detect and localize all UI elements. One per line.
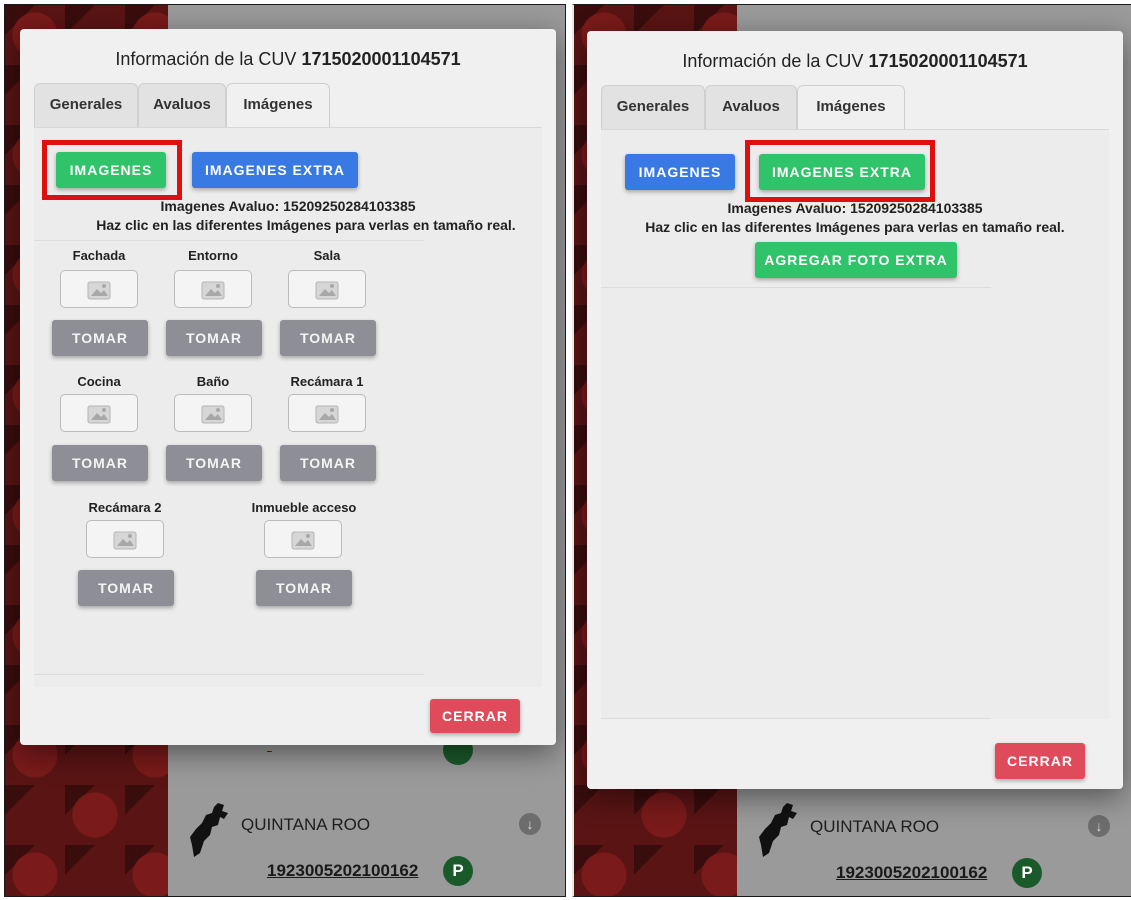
arrow-down-icon[interactable]: ↓ — [519, 813, 541, 835]
quintana-roo-map-icon — [190, 803, 228, 857]
imagenes-button[interactable]: IMAGENES — [56, 152, 166, 188]
avaluo-number: Imagenes Avaluo: 15209250284103385 — [727, 200, 983, 216]
tomar-button-cocina[interactable]: TOMAR — [52, 445, 148, 481]
thumb-recamara-2[interactable] — [86, 520, 164, 558]
tomar-button-bano[interactable]: TOMAR — [166, 445, 262, 481]
tomar-button-sala[interactable]: TOMAR — [280, 320, 376, 356]
tab-generales[interactable]: Generales — [34, 83, 138, 127]
divider — [601, 287, 991, 288]
dialog-title-text: Información de la CUV — [682, 51, 864, 71]
tab-bar: Generales Avaluos Imágenes — [34, 83, 354, 127]
screenshot-panel-left: QUINTANA ROO ↓ 1923005202100162 P Inform… — [4, 4, 566, 897]
slot-label-fachada: Fachada — [72, 248, 126, 263]
image-placeholder-icon — [315, 405, 339, 424]
image-placeholder-icon — [315, 281, 339, 300]
tab-content-imagenes: IMAGENES IMAGENES EXTRA Imagenes Avaluo:… — [34, 127, 542, 687]
slot-label-bano: Baño — [196, 374, 230, 389]
tomar-button-entorno[interactable]: TOMAR — [166, 320, 262, 356]
avaluo-number: Imagenes Avaluo: 15209250284103385 — [160, 198, 416, 214]
tomar-button-fachada[interactable]: TOMAR — [52, 320, 148, 356]
thumb-entorno[interactable] — [174, 270, 252, 308]
cerrar-button[interactable]: CERRAR — [995, 743, 1085, 779]
tomar-button-recamara-2[interactable]: TOMAR — [78, 570, 174, 606]
divider — [601, 718, 991, 719]
tomar-button-inmueble-acceso[interactable]: TOMAR — [256, 570, 352, 606]
thumb-fachada[interactable] — [60, 270, 138, 308]
tab-bar: Generales Avaluos Imágenes — [601, 85, 921, 129]
divider — [34, 674, 424, 675]
slot-label-inmueble-acceso: Inmueble acceso — [251, 500, 357, 515]
image-placeholder-icon — [113, 531, 137, 550]
slot-label-recamara-1: Recámara 1 — [290, 374, 364, 389]
thumb-cocina[interactable] — [60, 394, 138, 432]
thumb-sala[interactable] — [288, 270, 366, 308]
tomar-button-recamara-1[interactable]: TOMAR — [280, 445, 376, 481]
state-label: QUINTANA ROO — [810, 817, 940, 836]
cuv-info-dialog: Información de la CUV 1715020001104571 G… — [587, 31, 1123, 789]
instructions-text: Haz clic en las diferentes Imágenes para… — [645, 219, 1065, 235]
status-badge: P — [443, 856, 473, 886]
imagenes-extra-button[interactable]: IMAGENES EXTRA — [759, 154, 925, 190]
screenshot-panel-right: QUINTANA ROO ↓ 1923005202100162 P Inform… — [572, 4, 1131, 897]
image-placeholder-icon — [291, 531, 315, 550]
tab-avaluos[interactable]: Avaluos — [705, 85, 797, 129]
slot-label-recamara-2: Recámara 2 — [88, 500, 162, 515]
thumb-bano[interactable] — [174, 394, 252, 432]
image-placeholder-icon — [201, 405, 225, 424]
image-placeholder-icon — [87, 405, 111, 424]
slot-label-sala: Sala — [313, 248, 341, 263]
agregar-foto-extra-button[interactable]: AGREGAR FOTO EXTRA — [755, 242, 957, 278]
dialog-title: Información de la CUV 1715020001104571 — [20, 49, 556, 70]
cuv-info-dialog: Información de la CUV 1715020001104571 G… — [20, 29, 556, 745]
status-badge: P — [1012, 858, 1042, 888]
thumb-recamara-1[interactable] — [288, 394, 366, 432]
image-placeholder-icon — [87, 281, 111, 300]
slot-label-cocina: Cocina — [77, 374, 121, 389]
thumb-inmueble-acceso[interactable] — [264, 520, 342, 558]
tab-avaluos[interactable]: Avaluos — [138, 83, 226, 127]
cuv-link[interactable]: 1923005202100162 — [836, 863, 987, 883]
tab-content-imagenes: IMAGENES IMAGENES EXTRA Imagenes Avaluo:… — [601, 129, 1109, 719]
imagenes-extra-button[interactable]: IMAGENES EXTRA — [192, 152, 358, 188]
image-placeholder-icon — [201, 281, 225, 300]
state-label: QUINTANA ROO — [241, 815, 371, 834]
imagenes-button[interactable]: IMAGENES — [625, 154, 735, 190]
quintana-roo-map-icon — [759, 803, 797, 857]
dialog-title-text: Información de la CUV — [115, 49, 297, 69]
dialog-title: Información de la CUV 1715020001104571 — [587, 51, 1123, 72]
tab-imagenes[interactable]: Imágenes — [797, 85, 905, 129]
cerrar-button[interactable]: CERRAR — [430, 699, 520, 733]
instructions-text: Haz clic en las diferentes Imágenes para… — [96, 217, 516, 233]
slot-label-entorno: Entorno — [188, 248, 238, 263]
dialog-title-cuv: 1715020001104571 — [301, 49, 461, 69]
arrow-down-icon[interactable]: ↓ — [1088, 815, 1110, 837]
tab-imagenes[interactable]: Imágenes — [226, 83, 330, 127]
divider — [34, 240, 424, 241]
dialog-title-cuv: 1715020001104571 — [868, 51, 1028, 71]
cuv-link[interactable]: 1923005202100162 — [267, 861, 418, 881]
tab-generales[interactable]: Generales — [601, 85, 705, 129]
